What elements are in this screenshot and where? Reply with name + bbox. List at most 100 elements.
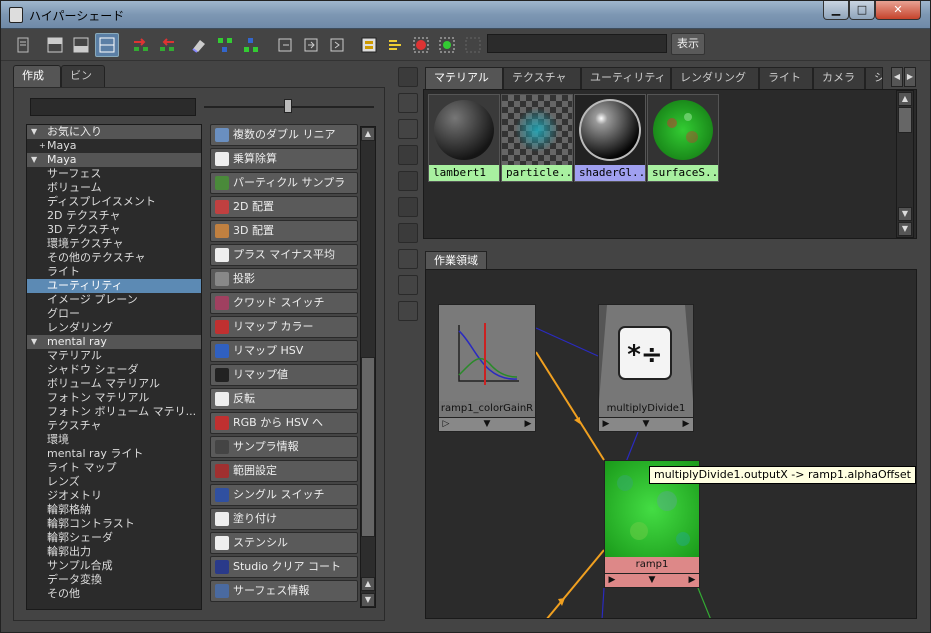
expand-arrow-icon[interactable]: ▼ xyxy=(31,125,37,139)
output-port-icon[interactable]: ▶ xyxy=(687,575,697,586)
tree-item[interactable]: シャドウ シェーダ xyxy=(27,363,201,377)
tab-overflow[interactable]: シ xyxy=(865,67,883,89)
node-list-item[interactable]: 3D 配置 xyxy=(210,220,358,242)
swatch-particle[interactable]: particle... xyxy=(501,94,573,182)
node-list-item[interactable]: 範囲設定 xyxy=(210,460,358,482)
swatch-scrollbar[interactable]: ▲ ▼ ▼ xyxy=(896,90,914,238)
frame-selected-icon[interactable] xyxy=(461,33,485,57)
tab-cameras[interactable]: カメラ xyxy=(813,67,865,89)
tab-lights[interactable]: ライト xyxy=(759,67,813,89)
tree-item[interactable]: 2D テクスチャ xyxy=(27,209,201,223)
create-search-input[interactable] xyxy=(30,98,196,116)
node-list-item[interactable]: クワッド スイッチ xyxy=(210,292,358,314)
scroll-thumb[interactable] xyxy=(361,357,375,537)
expand-plus-icon[interactable]: + xyxy=(39,139,46,153)
small-icon-icon[interactable] xyxy=(398,119,418,139)
input-port-icon[interactable]: ▷ xyxy=(441,419,451,430)
tab-rendering[interactable]: レンダリング xyxy=(671,67,759,89)
scroll-thumb[interactable] xyxy=(898,107,912,133)
tree-item[interactable]: ライト マップ xyxy=(27,461,201,475)
large-icon-icon[interactable] xyxy=(398,171,418,191)
node-list-item[interactable]: リマップ値 xyxy=(210,364,358,386)
layout-split-icon[interactable] xyxy=(95,33,119,57)
layout-top-icon[interactable] xyxy=(43,33,67,57)
node-list-item[interactable]: 塗り付け xyxy=(210,508,358,530)
expand-port-icon[interactable]: ▼ xyxy=(482,419,492,430)
tree-item[interactable]: ライト xyxy=(27,265,201,279)
tab-prev-icon[interactable]: ◀ xyxy=(891,67,903,87)
scroll-up-icon[interactable]: ▲ xyxy=(361,577,375,591)
output-connections-icon[interactable] xyxy=(155,33,179,57)
graph-output-icon[interactable] xyxy=(239,33,263,57)
arrange-center-icon[interactable] xyxy=(299,33,323,57)
tree-item[interactable]: + Maya xyxy=(27,139,201,153)
input-output-icon[interactable] xyxy=(129,33,153,57)
medium-icon-icon[interactable] xyxy=(398,145,418,165)
scroll-up-icon[interactable]: ▲ xyxy=(898,92,912,106)
tree-item[interactable]: グロー xyxy=(27,307,201,321)
node-list-scrollbar[interactable]: ▲ ▲ ▼ xyxy=(360,126,376,608)
tab-bins[interactable]: ビン xyxy=(61,65,105,87)
output-port-icon[interactable]: ▶ xyxy=(681,419,691,430)
node-list-item[interactable]: パーティクル サンプラ xyxy=(210,172,358,194)
tree-item[interactable]: フォトン ボリューム マテリ... xyxy=(27,405,201,419)
input-port-icon[interactable]: ▶ xyxy=(607,575,617,586)
node-list-item[interactable]: リマップ カラー xyxy=(210,316,358,338)
node-list-item[interactable]: 乗算除算 xyxy=(210,148,358,170)
scroll-up-icon[interactable]: ▲ xyxy=(361,127,375,141)
scroll-down-icon[interactable]: ▼ xyxy=(898,207,912,221)
work-area-graph[interactable]: ramp1_colorGainR ▷ ▼ ▶ *÷ multiplyDivide… xyxy=(425,269,917,619)
tree-category[interactable]: ▼ お気に入り xyxy=(27,125,201,139)
node-list-item[interactable]: 投影 xyxy=(210,268,358,290)
swatch-lambert1[interactable]: lambert1 xyxy=(428,94,500,182)
arrange-left-icon[interactable] xyxy=(273,33,297,57)
tree-item[interactable]: 3D テクスチャ xyxy=(27,223,201,237)
tree-item[interactable]: その他のテクスチャ xyxy=(27,251,201,265)
expand-arrow-icon[interactable]: ▼ xyxy=(31,153,37,167)
frame-all-icon[interactable] xyxy=(435,33,459,57)
node-list-item[interactable]: 2D 配置 xyxy=(210,196,358,218)
tree-item[interactable]: サンプル合成 xyxy=(27,559,201,573)
tree-category[interactable]: ▼ Maya xyxy=(27,153,201,167)
tree-item[interactable]: レンダリング xyxy=(27,321,201,335)
tree-item[interactable]: イメージ プレーン xyxy=(27,293,201,307)
tab-textures[interactable]: テクスチャ xyxy=(503,67,581,89)
node-list-item[interactable]: プラス マイナス平均 xyxy=(210,244,358,266)
node-multiplydivide1[interactable]: *÷ multiplyDivide1 ▶ ▼ ▶ xyxy=(598,304,694,432)
sort-name-icon[interactable] xyxy=(398,197,418,217)
tree-item[interactable]: 輪郭出力 xyxy=(27,545,201,559)
tree-item[interactable]: 輪郭シェーダ xyxy=(27,531,201,545)
scroll-down-icon[interactable]: ▼ xyxy=(898,222,912,236)
tree-item[interactable]: マテリアル xyxy=(27,349,201,363)
tree-item[interactable]: その他 xyxy=(27,587,201,601)
sort-type-icon[interactable] xyxy=(398,223,418,243)
eraser-icon[interactable] xyxy=(187,33,211,57)
tab-materials[interactable]: マテリアル xyxy=(425,67,503,89)
node-list-item[interactable]: サーフェス情報 xyxy=(210,580,358,602)
list-attributes-icon[interactable] xyxy=(383,33,407,57)
tree-item[interactable]: 環境 xyxy=(27,433,201,447)
tree-item[interactable]: ユーティリティ xyxy=(27,279,201,293)
tree-item[interactable]: レンズ xyxy=(27,475,201,489)
tree-item[interactable]: ディスプレイスメント xyxy=(27,195,201,209)
swatch-toggle-icon[interactable] xyxy=(357,33,381,57)
tree-item[interactable]: 環境テクスチャ xyxy=(27,237,201,251)
pane-splitter[interactable] xyxy=(421,241,919,249)
node-ramp1-colorgainr[interactable]: ramp1_colorGainR ▷ ▼ ▶ xyxy=(438,304,536,432)
tab-next-icon[interactable]: ▶ xyxy=(904,67,916,87)
close-button[interactable]: ✕ xyxy=(875,1,921,20)
tab-utilities[interactable]: ユーティリティ xyxy=(581,67,671,89)
tree-item[interactable]: テクスチャ xyxy=(27,419,201,433)
toggle-panel-icon[interactable] xyxy=(11,33,35,57)
tree-item[interactable]: 輪郭格納 xyxy=(27,503,201,517)
slider-thumb[interactable] xyxy=(284,99,292,113)
expand-arrow-icon[interactable]: ▼ xyxy=(31,335,37,349)
tree-item[interactable]: ボリューム xyxy=(27,181,201,195)
render-region-icon[interactable] xyxy=(409,33,433,57)
output-port-icon[interactable]: ▶ xyxy=(523,419,533,430)
tree-item[interactable]: データ変換 xyxy=(27,573,201,587)
show-button[interactable]: 表示 xyxy=(671,33,705,55)
node-list-item[interactable]: 複数のダブル リニア xyxy=(210,124,358,146)
layout-bottom-icon[interactable] xyxy=(69,33,93,57)
tree-item[interactable]: 輪郭コントラスト xyxy=(27,517,201,531)
